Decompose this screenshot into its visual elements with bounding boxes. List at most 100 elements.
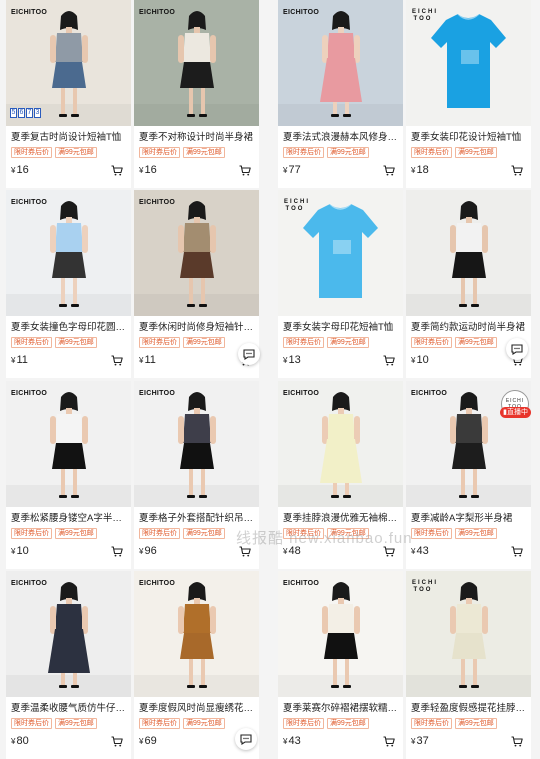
cart-icon[interactable] — [111, 736, 123, 747]
product-title[interactable]: 夏季女装字母印花短袖T恤 — [278, 316, 403, 334]
product-title[interactable]: 夏季女装印花设计短袖T恤 — [406, 126, 531, 144]
coupon-price-tag: 限时券后价 — [139, 718, 180, 729]
free-shipping-tag: 满99元包邮 — [183, 337, 225, 348]
product-card[interactable]: EICHITOO 夏季女装撞色字母印花圆领T恤 限时券后价 满99元包邮 ¥11 — [6, 190, 131, 378]
brand-text: TOO — [285, 206, 305, 212]
product-title[interactable]: 夏季休闲时尚修身短袖针织衫 — [134, 316, 259, 334]
product-image[interactable]: EICHITOO — [406, 0, 531, 126]
price-value: 80 — [16, 735, 29, 747]
product-image[interactable] — [406, 190, 531, 316]
product-price: ¥69 — [139, 735, 157, 747]
brand-logo: EICHITOO — [412, 9, 436, 23]
price-row: ¥10 — [6, 541, 131, 557]
free-shipping-tag: 满99元包邮 — [183, 718, 225, 729]
product-image[interactable]: EICHITOO — [278, 571, 403, 697]
product-title[interactable]: 夏季复古时尚设计短袖T恤 — [6, 126, 131, 144]
product-title[interactable]: 夏季莱赛尔碎褶裙摆软糯半身裙 — [278, 697, 403, 715]
chat-bubble-button[interactable] — [506, 338, 528, 360]
currency-symbol: ¥ — [11, 547, 16, 556]
product-title[interactable]: 夏季温柔收腰气质仿牛仔连衣裙 — [6, 697, 131, 715]
currency-symbol: ¥ — [11, 166, 16, 175]
product-tags: 限时券后价 满99元包邮 — [406, 525, 531, 541]
product-card[interactable]: EICHITOO 夏季温柔收腰气质仿牛仔连衣裙 限时券后价 满99元包邮 ¥80 — [6, 571, 131, 759]
product-card[interactable]: EICHITOO EICHI TOO ▮直播中 夏季减龄A字梨形半身裙 限时券后… — [406, 381, 531, 569]
product-card[interactable]: EICHITOO 夏季不对称设计时尚半身裙 限时券后价 满99元包邮 ¥16 — [134, 0, 259, 188]
product-card[interactable]: EICHI TOO 夏季女装字母印花短袖T恤 限时券后价 满99元包邮 ¥13 — [278, 190, 403, 378]
number-card: 3 — [34, 108, 41, 118]
product-title[interactable]: 夏季女装撞色字母印花圆领T恤 — [6, 316, 131, 334]
product-card[interactable]: EICHI TOO 夏季女装印花设计短袖T恤 限时券后价 满99元包邮 ¥18 — [406, 0, 531, 188]
product-card[interactable]: EICHITOO 夏季松紧腰身镂空A字半身裙 限时券后价 满99元包邮 ¥10 — [6, 381, 131, 569]
product-tags: 限时券后价 满99元包邮 — [278, 715, 403, 731]
product-photo — [6, 381, 131, 507]
product-image[interactable]: EICHITOO — [278, 381, 403, 507]
product-title[interactable]: 夏季法式浪漫赫本风修身连衣裙 — [278, 126, 403, 144]
currency-symbol: ¥ — [411, 166, 416, 175]
price-row: ¥37 — [406, 731, 531, 747]
product-tags: 限时券后价 满99元包邮 — [6, 525, 131, 541]
product-title[interactable]: 夏季格子外套搭配针织吊带两件套 — [134, 507, 259, 525]
product-photo — [134, 190, 259, 316]
cart-icon[interactable] — [111, 165, 123, 176]
cart-icon[interactable] — [511, 546, 523, 557]
cart-icon[interactable] — [111, 355, 123, 366]
chat-bubble-button[interactable] — [238, 343, 260, 365]
chat-icon — [511, 343, 523, 355]
price-row: ¥43 — [278, 731, 403, 747]
product-card[interactable]: EICHI TOO 夏季轻盈度假感提花挂脖两件套 限时券后价 满99元包邮 ¥37 — [406, 571, 531, 759]
product-card[interactable]: EICHITOO 夏季法式浪漫赫本风修身连衣裙 限时券后价 满99元包邮 ¥77 — [278, 0, 403, 188]
product-image[interactable]: EICHITOO EICHI TOO ▮直播中 — [406, 381, 531, 507]
product-image[interactable]: EICHITOO — [134, 0, 259, 126]
product-price: ¥11 — [139, 354, 156, 366]
cart-icon[interactable] — [383, 165, 395, 176]
product-title[interactable]: 夏季挂脖浪漫优雅无袖棉麻连衣裙 — [278, 507, 403, 525]
product-image[interactable]: EICHITOO — [278, 0, 403, 126]
product-image[interactable]: EICHITOO — [134, 571, 259, 697]
product-image[interactable]: EICHITOO — [6, 190, 131, 316]
product-price: ¥43 — [283, 735, 301, 747]
product-image[interactable]: EICHITOO — [134, 381, 259, 507]
chat-icon — [240, 733, 252, 745]
product-image[interactable]: EICHITOO — [6, 381, 131, 507]
product-title[interactable]: 夏季度假风时尚显瘦绣花两件套 — [134, 697, 259, 715]
cart-icon[interactable] — [111, 546, 123, 557]
product-image[interactable]: EICHITOO 5673 — [6, 0, 131, 126]
product-price: ¥80 — [11, 735, 29, 747]
price-value: 16 — [16, 164, 29, 176]
free-shipping-tag: 满99元包邮 — [327, 718, 369, 729]
coupon-price-tag: 限时券后价 — [11, 528, 52, 539]
brand-text: EICHI — [412, 9, 439, 15]
product-price: ¥18 — [411, 164, 429, 176]
product-image[interactable]: EICHITOO — [278, 190, 403, 316]
price-value: 18 — [416, 164, 429, 176]
product-title[interactable]: 夏季不对称设计时尚半身裙 — [134, 126, 259, 144]
price-row: ¥13 — [278, 350, 403, 366]
product-image[interactable]: EICHITOO — [6, 571, 131, 697]
product-title[interactable]: 夏季松紧腰身镂空A字半身裙 — [6, 507, 131, 525]
product-price: ¥16 — [139, 164, 157, 176]
brand-logo: EICHITOO — [284, 199, 308, 213]
product-photo — [406, 190, 531, 316]
brand-logo: EICHITOO — [412, 580, 436, 594]
cart-icon[interactable] — [511, 736, 523, 747]
product-tags: 限时券后价 满99元包邮 — [278, 144, 403, 160]
product-card[interactable]: EICHITOO 5673 夏季复古时尚设计短袖T恤 限时券后价 满99元包邮 … — [6, 0, 131, 188]
free-shipping-tag: 满99元包邮 — [55, 528, 97, 539]
product-image[interactable]: EICHITOO — [406, 571, 531, 697]
price-value: 43 — [416, 545, 429, 557]
cart-icon[interactable] — [383, 355, 395, 366]
free-shipping-tag: 满99元包邮 — [455, 528, 497, 539]
product-title[interactable]: 夏季减龄A字梨形半身裙 — [406, 507, 531, 525]
product-title[interactable]: 夏季简约款运动时尚半身裙 — [406, 316, 531, 334]
cart-icon[interactable] — [239, 165, 251, 176]
number-card: 5 — [10, 108, 17, 118]
cart-icon[interactable] — [511, 165, 523, 176]
product-title[interactable]: 夏季轻盈度假感提花挂脖两件套 — [406, 697, 531, 715]
product-image[interactable]: EICHITOO — [134, 190, 259, 316]
coupon-price-tag: 限时券后价 — [11, 147, 52, 158]
cart-icon[interactable] — [383, 736, 395, 747]
product-price: ¥16 — [11, 164, 29, 176]
product-card[interactable]: EICHITOO 夏季莱赛尔碎褶裙摆软糯半身裙 限时券后价 满99元包邮 ¥43 — [278, 571, 403, 759]
currency-symbol: ¥ — [283, 166, 288, 175]
chat-bubble-button[interactable] — [235, 728, 257, 750]
